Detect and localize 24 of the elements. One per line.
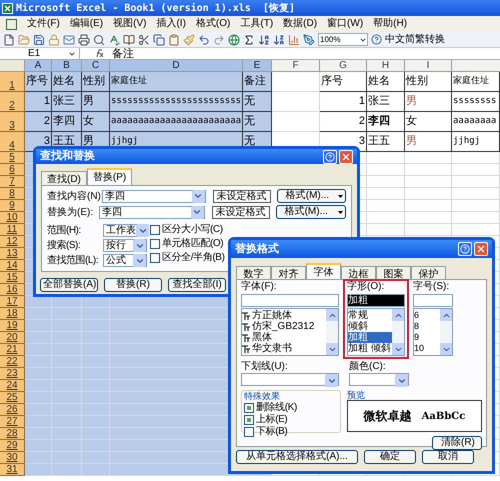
field-label: 替换为(E): [47,206,94,220]
field-label: 颜色(C): [349,361,387,373]
checkbox-label: 删除线(K) [256,402,297,413]
group-title: 预览 [347,390,366,400]
field-label: 字形(O): [347,281,386,293]
field-label: 查找范围(L): [47,254,99,268]
field-label: 下划线(U): [241,361,289,373]
preview-text: 微软卓越 [364,408,412,425]
checkbox-label: 区分大小写(C) [162,224,223,235]
dialog-title: 替换格式 [235,242,279,257]
checkbox-label: 下标(B) [256,426,288,437]
field-label: 范围(H): [47,224,82,238]
preview-text: AaBbCc [422,410,466,424]
field-label: 字号(S): [413,281,450,293]
window-title: Microsoft Excel - Book1 (version 1).xls [恢复] [16,2,295,16]
group-title: 特殊效果 [244,391,281,401]
field-label: 字体(F): [241,281,278,293]
field-label: 搜索(S): [47,238,82,253]
checkbox-label: 区分全/半角(B) [162,252,225,263]
format-status: 未设定格式 [212,206,270,218]
field-label: 查找内容(N): [47,190,102,204]
format-status: 未设定格式 [212,190,271,202]
checkbox-label: 上标(E) [256,414,288,425]
checkbox-label: 单元格匹配(O) [162,238,224,249]
